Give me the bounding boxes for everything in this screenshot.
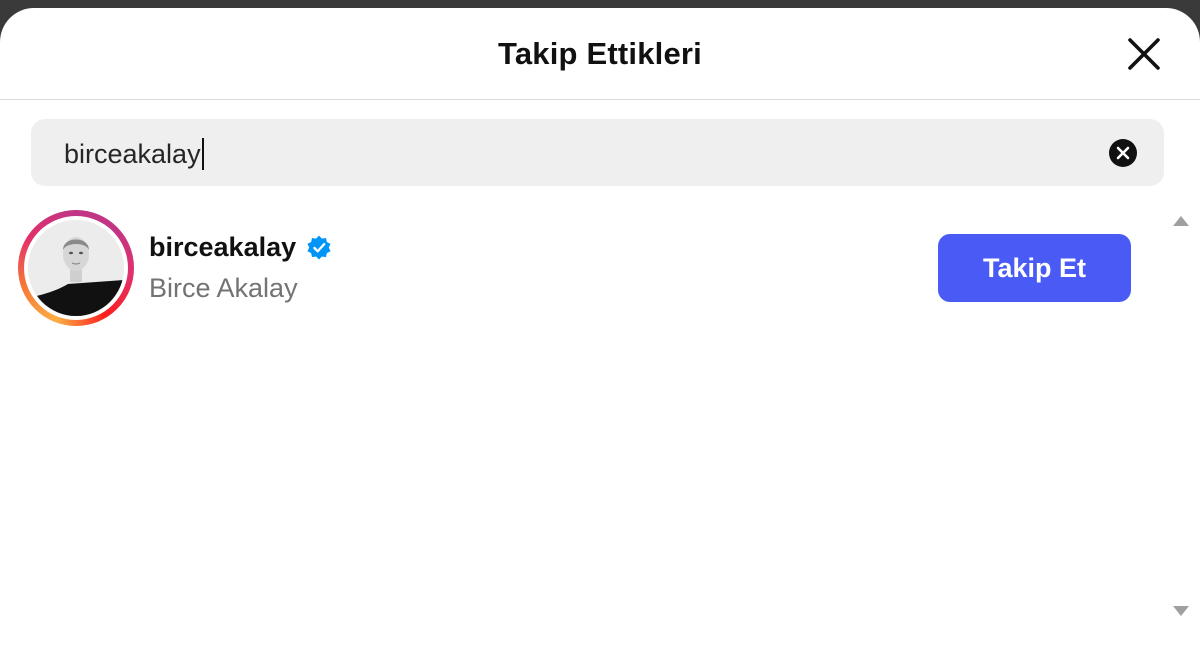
- username[interactable]: birceakalay: [149, 232, 296, 263]
- following-modal: Takip Ettikleri birceakalay birceakalay …: [0, 8, 1200, 648]
- text-caret: [201, 138, 204, 170]
- scroll-up-arrow-icon[interactable]: [1172, 214, 1190, 228]
- search-query-text: birceakalay: [64, 138, 201, 169]
- search-input[interactable]: birceakalay: [31, 119, 1164, 186]
- avatar[interactable]: [28, 220, 124, 316]
- follow-button[interactable]: Takip Et: [938, 234, 1131, 302]
- search-input-value[interactable]: birceakalay: [64, 138, 204, 170]
- full-name: Birce Akalay: [149, 273, 298, 303]
- avatar-frame: [24, 216, 128, 320]
- modal-title: Takip Ettikleri: [498, 36, 702, 71]
- verified-badge-icon: [307, 235, 331, 259]
- clear-circle-icon[interactable]: [1109, 139, 1137, 167]
- story-ring[interactable]: [18, 210, 134, 326]
- avatar-photo: [28, 220, 124, 316]
- close-icon[interactable]: [1126, 36, 1162, 72]
- modal-header: Takip Ettikleri: [0, 8, 1200, 100]
- scroll-down-arrow-icon[interactable]: [1172, 604, 1190, 618]
- username-line: birceakalay: [149, 232, 332, 263]
